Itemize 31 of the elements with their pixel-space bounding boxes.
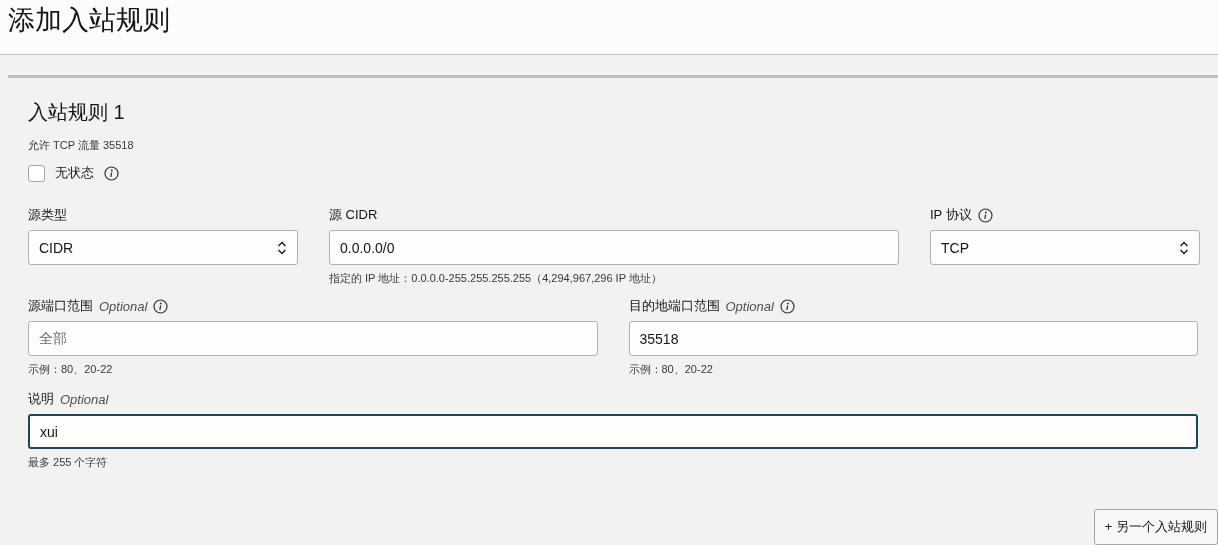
input-field[interactable]: xui <box>28 414 1198 449</box>
field-label: IP 协议 <box>930 206 972 224</box>
help-text: 指定的 IP 地址：0.0.0.0-255.255.255.255（4,294,967,296 IP 地址） <box>329 271 663 285</box>
help-text: 示例：80、20-22 <box>628 362 714 376</box>
caret-icon <box>1179 239 1189 256</box>
field-label: 源 CIDR <box>329 206 378 224</box>
add-rule-button[interactable]: + 另一个入站规则 <box>1093 509 1218 545</box>
info-icon[interactable] <box>153 298 169 314</box>
optional-label: Optional <box>725 298 774 314</box>
page-title: 添加入站规则 <box>8 4 170 37</box>
help-text: 最多 255 个字符 <box>28 455 109 469</box>
optional-label: Optional <box>60 391 109 407</box>
field-label: 说明 <box>28 390 54 408</box>
caret-icon <box>277 239 287 256</box>
rule-title: 入站规则 1 <box>28 100 126 125</box>
help-text: 示例：80、20-22 <box>28 362 114 376</box>
select-field[interactable]: TCP <box>930 230 1200 265</box>
input-field[interactable]: 35518 <box>628 321 1198 356</box>
info-icon[interactable] <box>779 298 795 314</box>
input-field[interactable]: 全部 <box>28 321 598 356</box>
checkbox[interactable] <box>28 164 45 182</box>
input-field[interactable]: 0.0.0.0/0 <box>329 230 899 265</box>
rule-summary: 允许 TCP 流量 35518 <box>28 138 135 152</box>
field-label: 源端口范围 <box>28 297 93 315</box>
field-label: 目的地端口范围 <box>628 297 720 315</box>
info-icon[interactable] <box>977 207 993 223</box>
select-field[interactable]: CIDR <box>28 230 298 265</box>
optional-label: Optional <box>99 298 148 314</box>
info-icon[interactable] <box>104 165 119 181</box>
checkbox-label: 无状态 <box>55 164 94 182</box>
field-label: 源类型 <box>28 206 67 224</box>
